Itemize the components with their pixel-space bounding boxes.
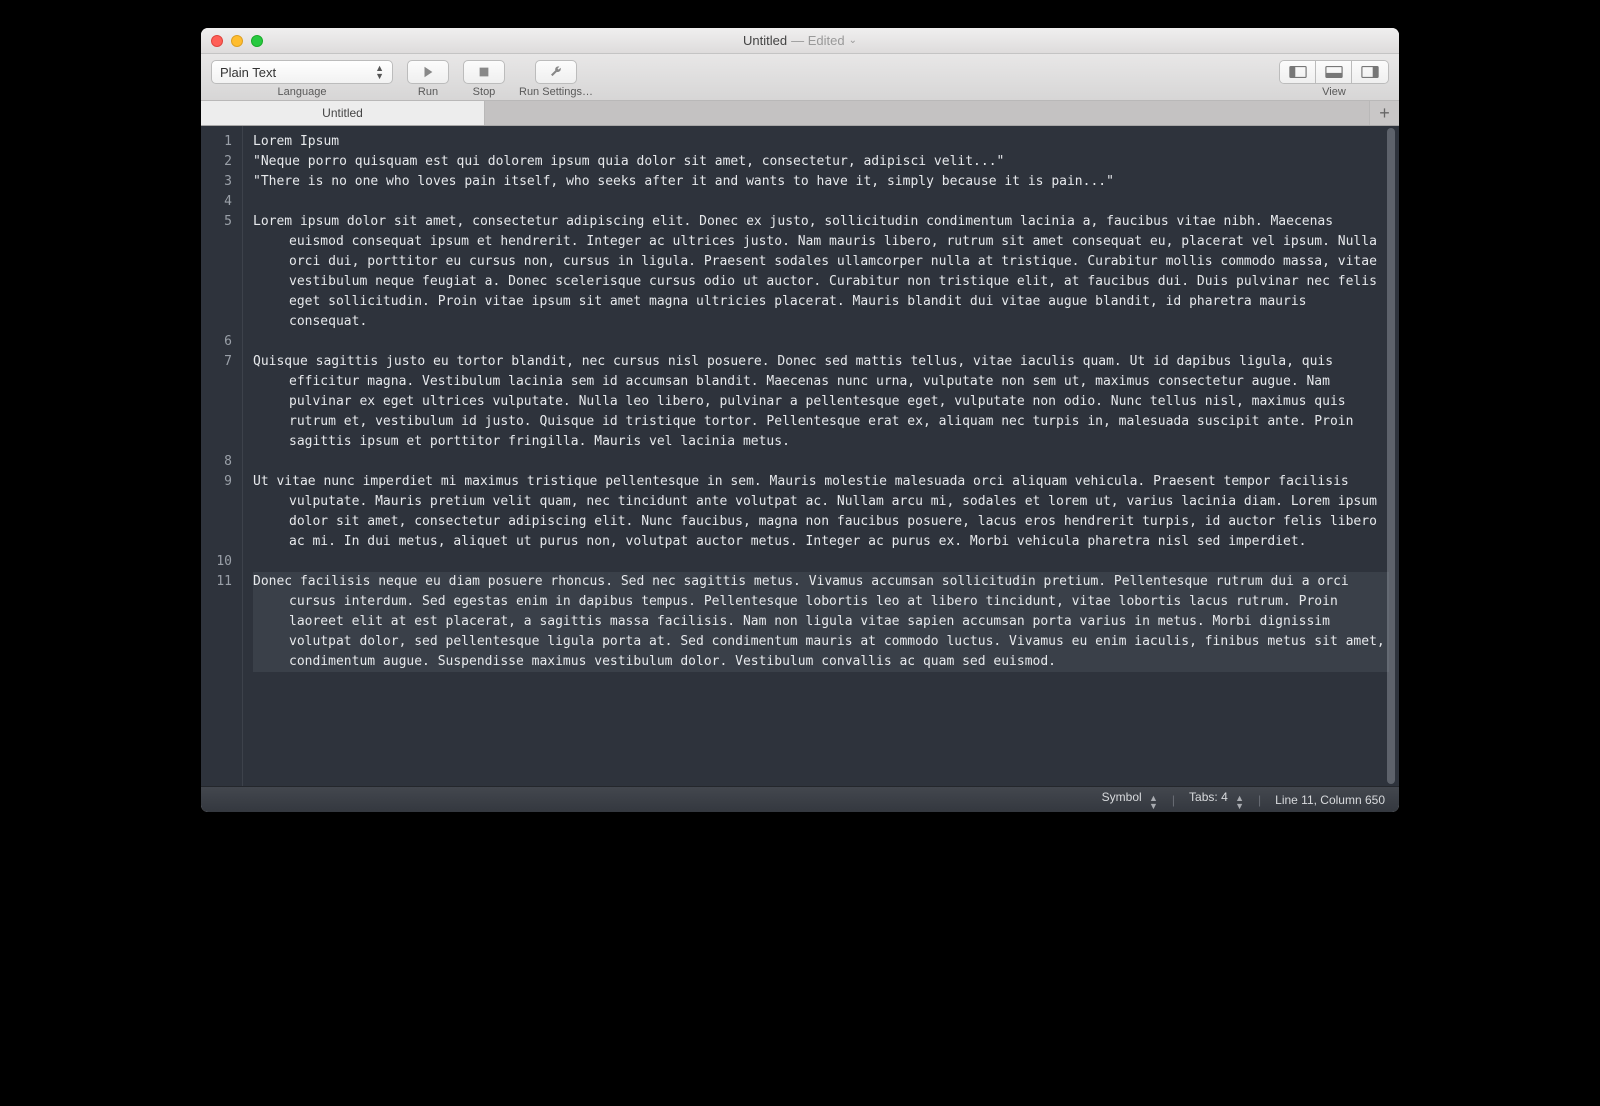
tab-label: Untitled (322, 106, 363, 120)
vertical-scrollbar[interactable] (1385, 128, 1397, 784)
code-line[interactable]: "There is no one who loves pain itself, … (253, 172, 1389, 192)
run-button[interactable] (407, 60, 449, 84)
symbol-menu[interactable]: Symbol ▲▼ (1102, 790, 1158, 810)
run-label: Run (418, 86, 438, 98)
code-line[interactable] (253, 552, 1389, 572)
editor: 12345 67 89 1011 Lorem Ipsum"Neque porro… (201, 126, 1399, 786)
line-number[interactable]: 7 (201, 352, 232, 372)
stop-button[interactable] (463, 60, 505, 84)
editor-window: Untitled — Edited ⌄ Plain Text ▲▼ Langua… (201, 28, 1399, 812)
line-number[interactable]: 2 (201, 152, 232, 172)
code-line[interactable] (253, 452, 1389, 472)
document-title: Untitled (743, 33, 787, 48)
wrench-icon (549, 65, 563, 79)
view-segmented (1279, 60, 1389, 84)
view-right-panel[interactable] (1352, 61, 1388, 83)
select-arrows-icon: ▲▼ (375, 64, 384, 80)
run-settings-button[interactable] (535, 60, 577, 84)
window-title: Untitled — Edited ⌄ (201, 33, 1399, 48)
view-label: View (1322, 86, 1346, 98)
view-bottom-panel[interactable] (1316, 61, 1352, 83)
line-number[interactable]: 11 (201, 572, 232, 592)
stop-group: Stop (463, 60, 505, 98)
line-number[interactable]: 6 (201, 332, 232, 352)
updown-icon: ▲▼ (1235, 794, 1244, 810)
line-number[interactable]: 1 (201, 132, 232, 152)
line-number[interactable]: 10 (201, 552, 232, 572)
line-number[interactable]: 5 (201, 212, 232, 232)
run-group: Run (407, 60, 449, 98)
tab-untitled[interactable]: Untitled (201, 101, 485, 125)
code-line[interactable] (253, 332, 1389, 352)
panel-right-icon (1361, 65, 1379, 79)
minimize-button[interactable] (231, 35, 243, 47)
language-value: Plain Text (220, 65, 276, 80)
stop-label: Stop (473, 86, 496, 98)
edited-indicator: — Edited (791, 33, 844, 48)
updown-icon: ▲▼ (1149, 794, 1158, 810)
stop-icon (477, 65, 491, 79)
cursor-position: Line 11, Column 650 (1275, 793, 1385, 807)
titlebar[interactable]: Untitled — Edited ⌄ (201, 28, 1399, 54)
run-settings-label: Run Settings… (519, 86, 593, 98)
language-group: Plain Text ▲▼ Language (211, 60, 393, 98)
view-group: View (1279, 60, 1389, 98)
line-gutter: 12345 67 89 1011 (201, 126, 243, 786)
tab-spacer (485, 101, 1369, 125)
zoom-button[interactable] (251, 35, 263, 47)
code-line[interactable]: Lorem Ipsum (253, 132, 1389, 152)
code-line[interactable]: Ut vitae nunc imperdiet mi maximus trist… (253, 472, 1389, 552)
panel-left-icon (1289, 65, 1307, 79)
toolbar: Plain Text ▲▼ Language Run Stop (201, 54, 1399, 101)
line-number[interactable]: 8 (201, 452, 232, 472)
title-dropdown-icon[interactable]: ⌄ (849, 35, 857, 46)
line-number[interactable]: 3 (201, 172, 232, 192)
code-line[interactable]: Lorem ipsum dolor sit amet, consectetur … (253, 212, 1389, 332)
line-number[interactable]: 4 (201, 192, 232, 212)
close-button[interactable] (211, 35, 223, 47)
view-left-panel[interactable] (1280, 61, 1316, 83)
code-line[interactable]: "Neque porro quisquam est qui dolorem ip… (253, 152, 1389, 172)
scrollbar-thumb[interactable] (1387, 128, 1395, 784)
play-icon (421, 65, 435, 79)
line-number[interactable]: 9 (201, 472, 232, 492)
panel-bottom-icon (1325, 65, 1343, 79)
code-line[interactable]: Donec facilisis neque eu diam posuere rh… (253, 572, 1389, 672)
code-area[interactable]: Lorem Ipsum"Neque porro quisquam est qui… (243, 126, 1399, 786)
code-line[interactable]: Quisque sagittis justo eu tortor blandit… (253, 352, 1389, 452)
language-select[interactable]: Plain Text ▲▼ (211, 60, 393, 84)
statusbar: Symbol ▲▼ | Tabs: 4 ▲▼ | Line 11, Column… (201, 786, 1399, 812)
code-line[interactable] (253, 192, 1389, 212)
run-settings-group: Run Settings… (519, 60, 593, 98)
new-tab-button[interactable]: + (1369, 101, 1399, 125)
language-label: Language (278, 86, 327, 98)
tabs-menu[interactable]: Tabs: 4 ▲▼ (1189, 790, 1244, 810)
tabbar: Untitled + (201, 101, 1399, 126)
traffic-lights (201, 35, 263, 47)
